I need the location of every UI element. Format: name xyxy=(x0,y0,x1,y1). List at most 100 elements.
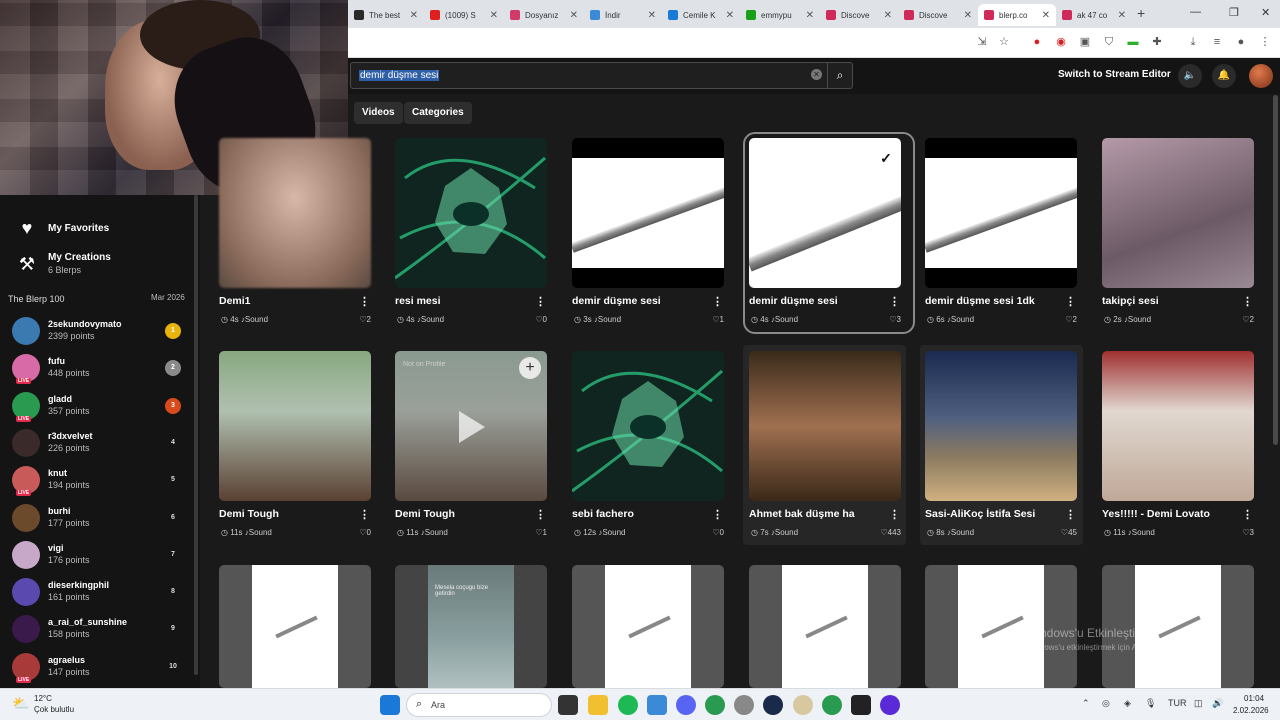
sound-card[interactable]: Not on Profile + Demi Tough ⋮ ◷ 11s ♪Sound ♡1 xyxy=(395,351,555,541)
media-icon[interactable]: ≡ xyxy=(1210,35,1224,49)
extension-icon[interactable]: ⛉ xyxy=(1102,35,1116,49)
sound-card[interactable]: sebi fachero ⋮ ◷ 12s ♪Sound ♡0 xyxy=(572,351,732,541)
leaderboard-row[interactable]: a_rai_of_sunshine 158 points 9 xyxy=(12,612,187,646)
sound-card[interactable]: Yes!!!!! - Demi Lovato ⋮ ◷ 11s ♪Sound ♡3 xyxy=(1102,351,1262,541)
extension-icon[interactable]: ▣ xyxy=(1078,35,1092,49)
like-count[interactable]: ♡3 xyxy=(1242,528,1254,537)
like-count[interactable]: ♡1 xyxy=(535,528,547,537)
volume-icon[interactable]: 🔊 xyxy=(1212,698,1223,709)
leaderboard-row[interactable]: burhi 177 points 6 xyxy=(12,501,187,535)
search-icon[interactable]: ⌕ xyxy=(827,63,852,88)
browser-tab[interactable]: emmypu ✕ xyxy=(740,4,820,26)
browser-tab[interactable]: ak 47 co ✕ xyxy=(1056,4,1132,26)
leaderboard-row[interactable]: LIVE gladd 357 points 3 xyxy=(12,389,187,423)
sound-card[interactable]: demir düşme sesi ⋮ ◷ 3s ♪Sound ♡1 xyxy=(572,138,732,328)
microphone-icon[interactable]: 🎙 xyxy=(1145,698,1156,709)
sound-title[interactable]: Demi1 xyxy=(219,295,349,307)
sound-title[interactable]: Ahmet bak düşme ha xyxy=(749,508,879,520)
more-options-icon[interactable]: ⋮ xyxy=(1242,295,1253,308)
close-tab-icon[interactable]: ✕ xyxy=(726,10,734,21)
avatar[interactable] xyxy=(1249,64,1273,88)
app-icon[interactable] xyxy=(880,695,900,715)
more-options-icon[interactable]: ⋮ xyxy=(1242,508,1253,521)
clock-time[interactable]: 01:04 xyxy=(1244,694,1264,703)
like-count[interactable]: ♡2 xyxy=(359,315,371,324)
download-icon[interactable]: ⤓ xyxy=(1186,35,1200,49)
sound-card[interactable]: demir düşme sesi 1dk ⋮ ◷ 6s ♪Sound ♡2 xyxy=(925,138,1085,328)
profile-icon[interactable]: ● xyxy=(1234,35,1248,49)
like-count[interactable]: ♡1 xyxy=(712,315,724,324)
like-count[interactable]: ♡3 xyxy=(889,315,901,324)
close-window-button[interactable]: ✕ xyxy=(1261,6,1270,19)
like-count[interactable]: ♡0 xyxy=(712,528,724,537)
more-options-icon[interactable]: ⋮ xyxy=(359,295,370,308)
like-count[interactable]: ♡2 xyxy=(1065,315,1077,324)
tray-app-icon[interactable]: ◈ xyxy=(1124,698,1131,709)
menu-kebab-icon[interactable]: ⋮ xyxy=(1258,35,1272,49)
browser-tab[interactable]: Discove ✕ xyxy=(820,4,898,26)
close-tab-icon[interactable]: ✕ xyxy=(570,10,578,21)
sound-card[interactable]: Demi Tough ⋮ ◷ 11s ♪Sound ♡0 xyxy=(219,351,379,541)
leaderboard-row[interactable]: LIVE fufu 448 points 2 xyxy=(12,351,187,385)
close-tab-icon[interactable]: ✕ xyxy=(1042,10,1050,21)
browser-tab[interactable]: İndir ✕ xyxy=(584,4,662,26)
tray-chevron-icon[interactable]: ⌃ xyxy=(1082,698,1090,709)
like-count[interactable]: ♡2 xyxy=(1242,315,1254,324)
extensions-puzzle-icon[interactable]: ✚ xyxy=(1150,35,1164,49)
more-options-icon[interactable]: ⋮ xyxy=(889,508,900,521)
weather-icon[interactable]: ⛅ xyxy=(12,695,29,712)
file-explorer-icon[interactable] xyxy=(588,695,608,715)
leaderboard-row[interactable]: LIVE agraelus 147 points 10 xyxy=(12,650,187,684)
more-options-icon[interactable]: ⋮ xyxy=(712,295,723,308)
extension-icon[interactable]: ▬ xyxy=(1126,35,1140,49)
close-tab-icon[interactable]: ✕ xyxy=(806,10,814,21)
task-view-icon[interactable] xyxy=(558,695,578,715)
volume-icon[interactable]: 🔈 xyxy=(1178,64,1202,88)
close-tab-icon[interactable]: ✕ xyxy=(884,10,892,21)
thumbnail[interactable] xyxy=(1102,138,1254,288)
browser-tab-active[interactable]: blerp.co ✕ xyxy=(978,4,1056,26)
sound-card[interactable]: ✓ demir düşme sesi ⋮ ◷ 4s ♪Sound ♡3 xyxy=(743,132,915,334)
sound-title[interactable]: resi mesi xyxy=(395,295,525,307)
sidebar-scrollbar[interactable] xyxy=(194,195,198,675)
check-icon[interactable]: ✓ xyxy=(874,146,898,170)
play-icon[interactable] xyxy=(459,411,485,443)
minimize-button[interactable]: — xyxy=(1190,6,1201,18)
tab-videos[interactable]: Videos xyxy=(354,102,403,124)
new-tab-button[interactable]: + xyxy=(1137,5,1145,21)
search-input[interactable]: demir düşme sesi xyxy=(359,70,440,81)
sound-title[interactable]: demir düşme sesi xyxy=(749,295,879,307)
more-options-icon[interactable]: ⋮ xyxy=(535,508,546,521)
thumbnail[interactable] xyxy=(219,351,371,501)
spotify-icon[interactable] xyxy=(618,695,638,715)
like-count[interactable]: ♡45 xyxy=(1061,528,1077,537)
thumbnail[interactable] xyxy=(1102,351,1254,501)
main-scrollbar[interactable] xyxy=(1273,95,1278,445)
bookmark-star-icon[interactable]: ☆ xyxy=(997,35,1011,49)
start-button-icon[interactable] xyxy=(380,695,400,715)
sound-card[interactable]: Sasi-AliKoç İstifa Sesi ⋮ ◷ 8s ♪Sound ♡45 xyxy=(925,351,1085,541)
stream-editor-link[interactable]: Switch to Stream Editor xyxy=(1058,69,1171,80)
thumbnail[interactable] xyxy=(572,351,724,501)
sidebar-item-favorites[interactable]: ♥ My Favorites xyxy=(16,217,109,239)
sound-title[interactable]: demir düşme sesi 1dk xyxy=(925,295,1055,307)
close-tab-icon[interactable]: ✕ xyxy=(410,10,418,21)
browser-tab[interactable]: The best ✕ xyxy=(348,4,424,26)
browser-tab[interactable]: (1009) S ✕ xyxy=(424,4,504,26)
leaderboard-row[interactable]: LIVE knut 194 points 5 xyxy=(12,463,187,497)
thumbnail[interactable] xyxy=(925,351,1077,501)
sound-title[interactable]: Demi Tough xyxy=(395,508,525,520)
leaderboard-row[interactable]: 2sekundovymato 2399 points 1 xyxy=(12,314,187,348)
taskbar-search[interactable]: ⌕ Ara xyxy=(406,693,552,717)
sound-title[interactable]: Demi Tough xyxy=(219,508,349,520)
more-options-icon[interactable]: ⋮ xyxy=(1065,295,1076,308)
clear-search-icon[interactable]: ✕ xyxy=(811,69,822,80)
tab-categories[interactable]: Categories xyxy=(404,102,472,124)
like-count[interactable]: ♡0 xyxy=(535,315,547,324)
add-icon[interactable]: + xyxy=(519,357,541,379)
extension-icon[interactable]: ◉ xyxy=(1054,35,1068,49)
browser-tab[interactable]: Dosyanız ✕ xyxy=(504,4,584,26)
sound-card[interactable]: Demi1 ⋮ ◷ 4s ♪Sound ♡2 xyxy=(219,138,379,328)
network-icon[interactable]: ◫ xyxy=(1194,698,1203,709)
app-icon[interactable] xyxy=(647,695,667,715)
